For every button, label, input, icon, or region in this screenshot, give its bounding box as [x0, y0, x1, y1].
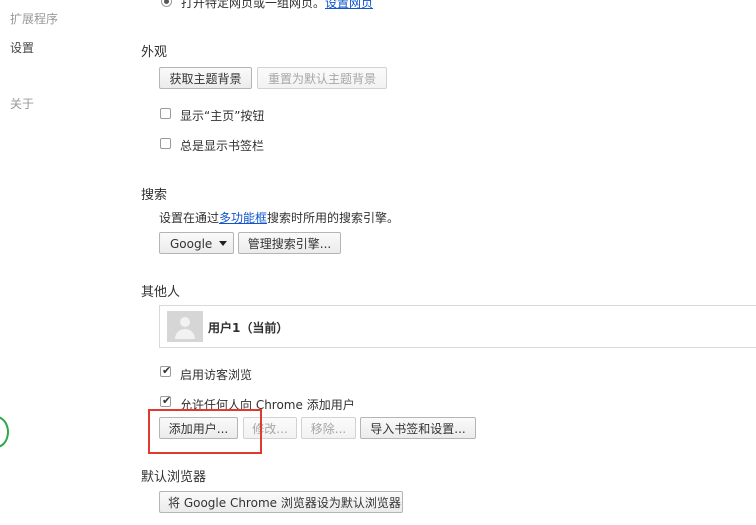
manage-search-engines-button[interactable]: 管理搜索引擎... [238, 232, 341, 254]
check-icon: ✔ [162, 394, 172, 407]
highlight-annotation [148, 409, 262, 454]
search-engine-value: Google [170, 237, 213, 251]
import-bookmarks-button[interactable]: 导入书签和设置... [360, 417, 476, 439]
search-desc-before: 设置在通过 [159, 211, 220, 225]
default-browser-title: 默认浏览器 [141, 470, 207, 485]
avatar-body [175, 329, 195, 339]
guest-browsing-label: 启用访客浏览 [180, 368, 253, 382]
check-icon: ✔ [162, 364, 172, 377]
allow-add-user-checkbox[interactable]: ✔ [160, 394, 172, 407]
startup-pages-link[interactable]: 设置网页 [325, 0, 373, 10]
radio-dot [164, 0, 169, 4]
get-theme-button[interactable]: 获取主题背景 [159, 67, 252, 89]
search-engine-select[interactable]: Google [159, 232, 234, 254]
set-default-browser-button[interactable]: 将 Google Chrome 浏览器设为默认浏览器 [159, 491, 403, 513]
avatar-head [180, 317, 190, 327]
guest-browsing-checkbox[interactable]: ✔ [160, 364, 172, 377]
remove-user-button[interactable]: 移除... [301, 417, 356, 439]
show-bookmarks-checkbox[interactable] [160, 138, 171, 149]
chevron-down-icon [219, 241, 227, 246]
search-title: 搜索 [141, 188, 168, 203]
show-bookmarks-label: 总是显示书签栏 [180, 139, 265, 153]
show-home-label: 显示“主页”按钮 [180, 109, 265, 123]
appearance-title: 外观 [141, 45, 168, 60]
user-list: 用户1（当前） [159, 305, 756, 348]
avatar [167, 311, 203, 342]
search-description: 设置在通过多功能框搜索时所用的搜索引擎。 [159, 209, 399, 226]
reset-theme-button[interactable]: 重置为默认主题背景 [257, 67, 387, 89]
people-title: 其他人 [141, 285, 181, 300]
omnibox-link[interactable]: 多功能框 [219, 211, 267, 225]
green-circle-icon [0, 416, 9, 448]
search-desc-after: 搜索时所用的搜索引擎。 [267, 211, 400, 225]
startup-option: 打开特定网页或一组网页。设置网页 [181, 0, 373, 11]
startup-option-text: 打开特定网页或一组网页。 [181, 0, 326, 10]
show-home-checkbox[interactable] [160, 108, 171, 119]
user-name[interactable]: 用户1（当前） [208, 319, 288, 336]
settings-main: 打开特定网页或一组网页。设置网页 外观 获取主题背景 重置为默认主题背景 显示“… [0, 0, 756, 525]
startup-radio[interactable] [161, 0, 172, 7]
